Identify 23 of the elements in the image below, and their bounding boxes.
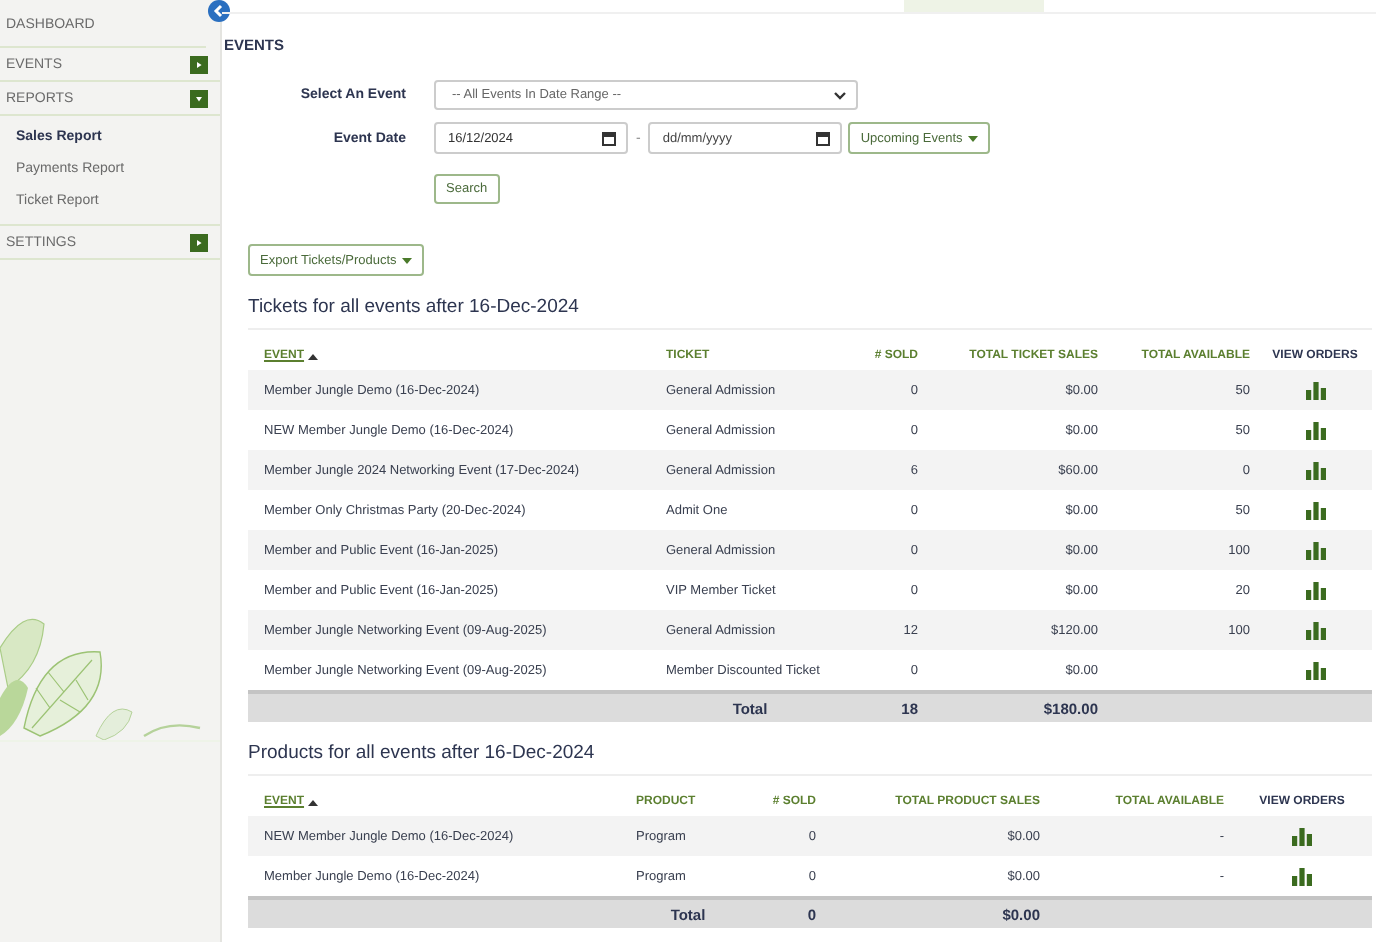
calendar-icon xyxy=(816,131,831,145)
sort-ascending-icon xyxy=(308,353,319,359)
caret-icon xyxy=(968,135,979,141)
section-heading: Tickets for all events after 16-Dec-2024 xyxy=(248,296,1372,330)
collapse-sidebar-icon[interactable] xyxy=(208,0,230,22)
bar-chart-icon[interactable] xyxy=(1305,581,1325,599)
collapse-icon[interactable] xyxy=(190,89,208,107)
bar-chart-icon[interactable] xyxy=(1305,381,1325,399)
bar-chart-icon[interactable] xyxy=(1305,461,1325,479)
bar-chart-icon[interactable] xyxy=(1305,501,1325,519)
bar-chart-icon[interactable] xyxy=(1305,421,1325,439)
bar-chart-icon[interactable] xyxy=(1292,827,1312,845)
bar-chart-icon[interactable] xyxy=(1305,541,1325,559)
expand-icon[interactable] xyxy=(190,233,208,251)
sort-ascending-icon xyxy=(308,799,319,805)
calendar-icon xyxy=(602,131,616,145)
section-heading: Products for all events after 16-Dec-2024 xyxy=(248,742,1372,776)
bar-chart-icon[interactable] xyxy=(1305,621,1325,639)
chevron-down-icon xyxy=(834,91,846,99)
caret-icon xyxy=(402,257,413,263)
bar-chart-icon[interactable] xyxy=(1292,867,1312,885)
expand-icon[interactable] xyxy=(190,55,208,73)
bar-chart-icon[interactable] xyxy=(1305,661,1325,679)
